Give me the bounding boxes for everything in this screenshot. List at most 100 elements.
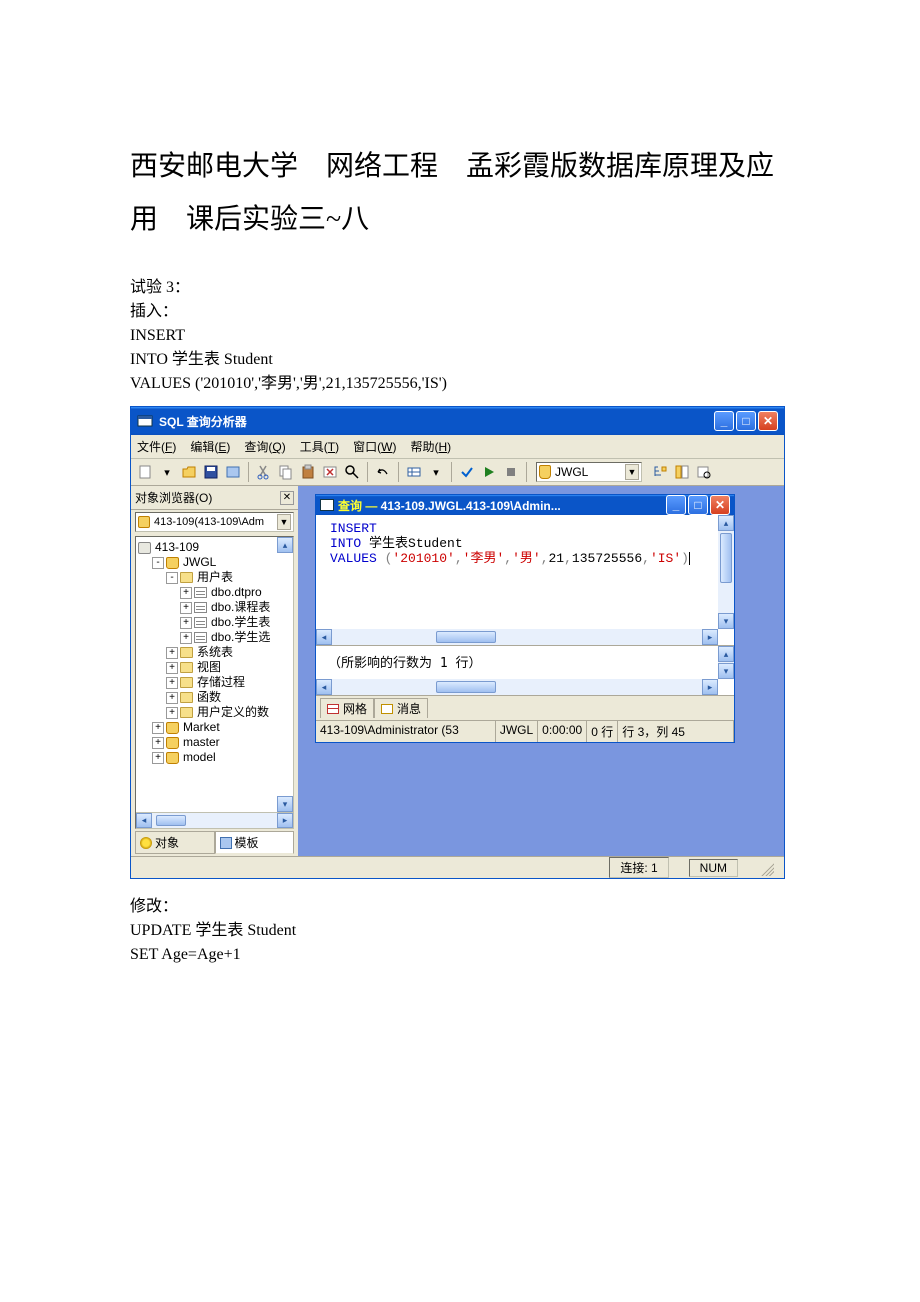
titlebar[interactable]: SQL 查询分析器 _ □ ✕ — [131, 407, 784, 435]
database-combo[interactable]: JWGL ▼ — [536, 462, 642, 482]
expand-icon[interactable]: + — [166, 662, 178, 674]
cancel-execute-button[interactable] — [501, 462, 521, 482]
expand-icon[interactable]: + — [166, 692, 178, 704]
scroll-up-button[interactable]: ▴ — [277, 537, 293, 553]
expand-icon[interactable]: + — [180, 587, 192, 599]
expand-icon[interactable]: + — [180, 632, 192, 644]
scrollbar-thumb[interactable] — [436, 631, 496, 643]
scroll-up-button[interactable]: ▴ — [718, 515, 734, 531]
server-combo[interactable]: 413-109(413-109\Adm ▼ — [135, 512, 294, 532]
tree-folder-node[interactable]: 存储过程 — [197, 675, 245, 690]
tree-db-node[interactable]: master — [183, 735, 220, 750]
tree-folder-node[interactable]: 系统表 — [197, 645, 233, 660]
menu-file[interactable]: 文件(F) — [137, 438, 176, 455]
vertical-scrollbar[interactable]: ▴ ▾ — [718, 646, 734, 679]
horizontal-scrollbar[interactable]: ◂ ▸ — [316, 629, 718, 645]
tree-db-node[interactable]: model — [183, 750, 216, 765]
collapse-icon[interactable]: - — [152, 557, 164, 569]
tree-table-node[interactable]: dbo.课程表 — [211, 600, 270, 615]
tree-server-node[interactable]: 413-109 — [155, 540, 199, 555]
menu-query[interactable]: 查询(Q) — [244, 438, 285, 455]
tree-db-node[interactable]: Market — [183, 720, 220, 735]
scroll-down-button[interactable]: ▾ — [277, 796, 293, 812]
open-button[interactable] — [179, 462, 199, 482]
results-pane[interactable]: （所影响的行数为 1 行） ▴ ▾ ◂ ▸ — [316, 645, 734, 695]
expand-icon[interactable]: + — [152, 722, 164, 734]
minimize-button[interactable]: _ — [714, 411, 734, 431]
dropdown-icon[interactable]: ▾ — [426, 462, 446, 482]
tree-folder-node[interactable]: 用户表 — [197, 570, 233, 585]
panel-close-button[interactable]: ✕ — [280, 491, 294, 505]
expand-icon[interactable]: + — [152, 752, 164, 764]
sql-editor[interactable]: INSERT INTO 学生表Student VALUES ('201010',… — [316, 515, 734, 645]
scroll-up-button[interactable]: ▴ — [718, 646, 734, 662]
folder-icon — [180, 662, 193, 673]
copy-button[interactable] — [276, 462, 296, 482]
expand-icon[interactable]: + — [180, 602, 192, 614]
scroll-right-button[interactable]: ▸ — [702, 679, 718, 695]
execute-mode-button[interactable] — [404, 462, 424, 482]
object-tree[interactable]: 413-109 -JWGL -用户表 +dbo.dtpro +dbo.课程表 +… — [136, 537, 277, 812]
dropdown-icon[interactable]: ▼ — [277, 514, 291, 530]
scroll-right-button[interactable]: ▸ — [277, 813, 293, 828]
clear-window-button[interactable] — [320, 462, 340, 482]
horizontal-scrollbar[interactable]: ◂ ▸ — [136, 812, 293, 828]
execute-button[interactable] — [479, 462, 499, 482]
tab-grid[interactable]: 网格 — [320, 698, 374, 718]
undo-button[interactable] — [373, 462, 393, 482]
expand-icon[interactable]: + — [152, 737, 164, 749]
body-text-below: 修改： UPDATE 学生表 Student SET Age=Age+1 — [130, 895, 790, 967]
menu-edit[interactable]: 编辑(E) — [190, 438, 230, 455]
new-query-button[interactable] — [135, 462, 155, 482]
close-button[interactable]: ✕ — [710, 495, 730, 515]
tab-messages[interactable]: 消息 — [374, 698, 428, 718]
vertical-scrollbar[interactable]: ▴ ▾ — [718, 515, 734, 629]
parse-button[interactable] — [457, 462, 477, 482]
object-browser-panel: 对象浏览器(O) ✕ 413-109(413-109\Adm ▼ ▴ 413-1… — [131, 486, 301, 856]
dropdown-icon[interactable]: ▼ — [625, 464, 639, 480]
scrollbar-thumb[interactable] — [156, 815, 186, 826]
tab-objects[interactable]: 对象 — [135, 831, 215, 854]
scroll-down-button[interactable]: ▾ — [718, 663, 734, 679]
estimated-plan-button[interactable] — [650, 462, 670, 482]
paste-button[interactable] — [298, 462, 318, 482]
tree-folder-node[interactable]: 用户定义的数 — [197, 705, 269, 720]
tree-table-node[interactable]: dbo.学生选 — [211, 630, 270, 645]
tree-table-node[interactable]: dbo.dtpro — [211, 585, 262, 600]
menu-window[interactable]: 窗口(W) — [353, 438, 396, 455]
query-window-titlebar[interactable]: 查询 — 413-109.JWGL.413-109\Admin... _ □ ✕ — [316, 495, 734, 515]
expand-icon[interactable]: + — [166, 647, 178, 659]
scroll-left-button[interactable]: ◂ — [136, 813, 152, 828]
find-button[interactable] — [342, 462, 362, 482]
maximize-button[interactable]: □ — [736, 411, 756, 431]
maximize-button[interactable]: □ — [688, 495, 708, 515]
menu-help[interactable]: 帮助(H) — [410, 438, 451, 455]
scroll-left-button[interactable]: ◂ — [316, 679, 332, 695]
close-button[interactable]: ✕ — [758, 411, 778, 431]
scroll-down-button[interactable]: ▾ — [718, 613, 734, 629]
insert-template-button[interactable] — [223, 462, 243, 482]
tree-folder-node[interactable]: 视图 — [197, 660, 221, 675]
collapse-icon[interactable]: - — [166, 572, 178, 584]
scrollbar-thumb[interactable] — [436, 681, 496, 693]
scrollbar-thumb[interactable] — [720, 533, 732, 583]
cut-button[interactable] — [254, 462, 274, 482]
tree-db-node[interactable]: JWGL — [183, 555, 216, 570]
scroll-right-button[interactable]: ▸ — [702, 629, 718, 645]
object-search-icon[interactable] — [694, 462, 714, 482]
dropdown-icon[interactable]: ▾ — [157, 462, 177, 482]
expand-icon[interactable]: + — [166, 677, 178, 689]
tab-templates[interactable]: 模板 — [215, 831, 295, 854]
expand-icon[interactable]: + — [180, 617, 192, 629]
resize-grip-icon[interactable] — [758, 860, 774, 876]
horizontal-scrollbar[interactable]: ◂ ▸ — [316, 679, 718, 695]
tree-table-node[interactable]: dbo.学生表 — [211, 615, 270, 630]
menu-tools[interactable]: 工具(T) — [300, 438, 339, 455]
trial-label: 试验 3： — [130, 276, 790, 300]
save-button[interactable] — [201, 462, 221, 482]
scroll-left-button[interactable]: ◂ — [316, 629, 332, 645]
expand-icon[interactable]: + — [166, 707, 178, 719]
object-browser-toggle[interactable] — [672, 462, 692, 482]
minimize-button[interactable]: _ — [666, 495, 686, 515]
tree-folder-node[interactable]: 函数 — [197, 690, 221, 705]
